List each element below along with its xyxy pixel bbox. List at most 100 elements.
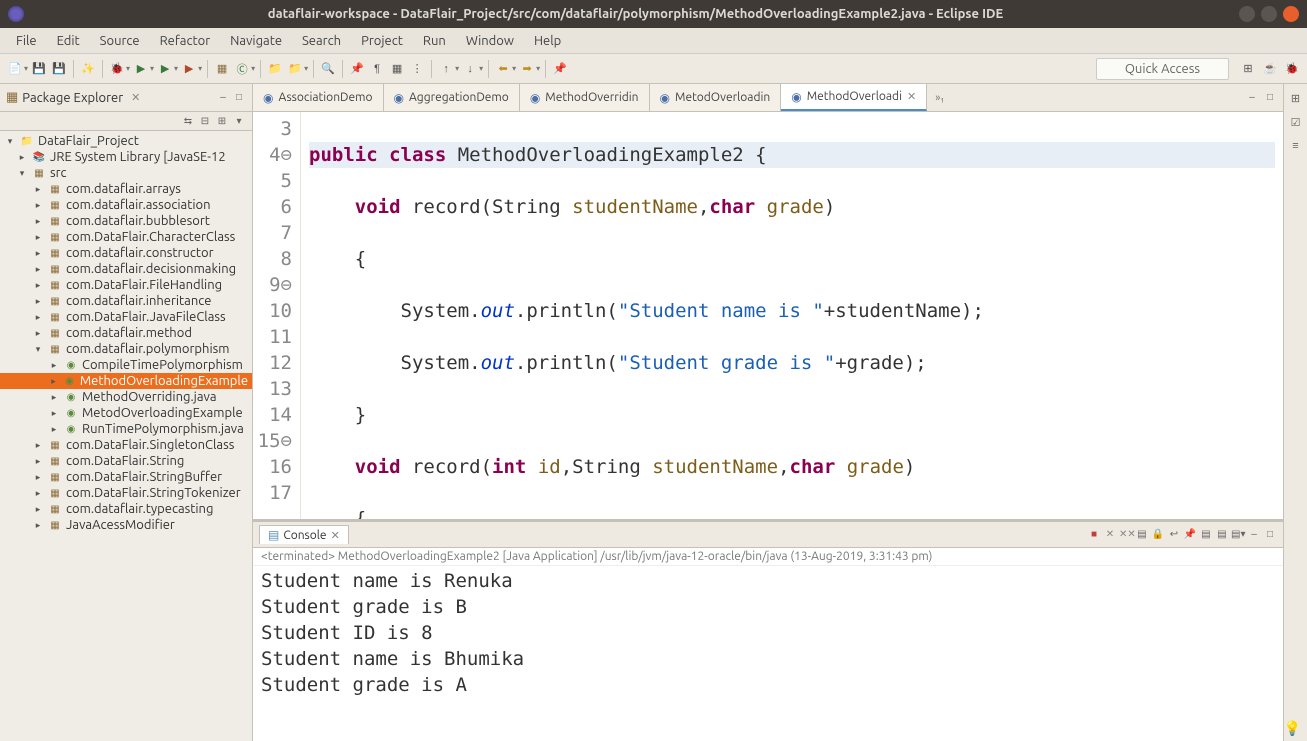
annotation-next-icon[interactable]: ↓ [461,60,479,78]
toggle-mark-icon[interactable]: 📌 [348,60,366,78]
jre-node[interactable]: ▸📚JRE System Library [JavaSE-12 [0,149,252,165]
java-file-node[interactable]: ▸◉RunTimePolymorphism.java [0,421,252,437]
project-tree[interactable]: ▾📁DataFlair_Project ▸📚JRE System Library… [0,131,252,741]
menu-refactor[interactable]: Refactor [150,30,221,52]
pin-console-icon[interactable]: 📌 [1183,528,1197,542]
tab-overflow[interactable]: »₁ [927,84,952,111]
terminate-icon[interactable]: ■ [1087,528,1101,542]
new-icon[interactable]: 📄 [6,60,24,78]
java-file-node[interactable]: ▸◉CompileTimePolymorphism [0,357,252,373]
menu-run[interactable]: Run [413,30,456,52]
package-node[interactable]: ▸▦com.DataFlair.CharacterClass [0,229,252,245]
package-node[interactable]: ▸▦com.DataFlair.FileHandling [0,277,252,293]
block-select-icon[interactable]: ▦ [388,60,406,78]
package-node[interactable]: ▸▦JavaAcessModifier [0,517,252,533]
package-node[interactable]: ▸▦com.dataflair.inheritance [0,293,252,309]
tab-association[interactable]: ◉AssociationDemo [253,84,384,111]
open-console-icon[interactable]: ▤ [1215,528,1229,542]
close-icon[interactable]: ✕ [907,90,916,103]
close-icon[interactable]: ✕ [331,529,340,542]
menu-edit[interactable]: Edit [47,30,90,52]
minimize-icon[interactable]: – [216,91,230,105]
package-node[interactable]: ▸▦com.dataflair.decisionmaking [0,261,252,277]
run-icon[interactable]: ▶ [132,60,150,78]
debug-perspective-icon[interactable]: 🐞 [1283,60,1301,78]
new-package-icon[interactable]: ▦ [213,60,231,78]
menu-navigate[interactable]: Navigate [220,30,292,52]
collapse-all-icon[interactable]: ⇆ [181,114,195,128]
java-file-node[interactable]: ▸◉MethodOverloadingExample [0,373,252,389]
package-node[interactable]: ▸▦com.dataflair.method [0,325,252,341]
remove-all-icon[interactable]: ✕✕ [1119,528,1133,542]
forward-icon[interactable]: ➡ [518,60,536,78]
tab-method-overload[interactable]: ◉MethodOverloadi✕ [781,84,927,111]
maximize-icon[interactable]: □ [1263,91,1277,105]
ext-tools-icon[interactable]: ▶ [180,60,198,78]
maximize-icon[interactable]: □ [1263,528,1277,542]
paragraph-icon[interactable]: ¶ [368,60,386,78]
package-node[interactable]: ▸▦com.dataflair.constructor [0,245,252,261]
package-node[interactable]: ▸▦com.DataFlair.SingletonClass [0,437,252,453]
package-node[interactable]: ▸▦com.DataFlair.StringBuffer [0,469,252,485]
console-tab[interactable]: ▤ Console ✕ [259,525,349,544]
clear-icon[interactable]: ▤ [1135,528,1149,542]
java-file-node[interactable]: ▸◉MetodOverloadingExample [0,405,252,421]
remove-launch-icon[interactable]: ✕ [1103,528,1117,542]
menu-search[interactable]: Search [292,30,351,52]
package-node[interactable]: ▸▦com.dataflair.association [0,197,252,213]
open-perspective-icon[interactable]: ⊞ [1239,60,1257,78]
tab-metod-overload[interactable]: ◉MetodOverloadin [650,84,782,111]
new-folder-icon[interactable]: 📁 [286,60,304,78]
view-menu-icon[interactable]: ▾ [232,114,246,128]
package-node[interactable]: ▸▦com.dataflair.typecasting [0,501,252,517]
new-class-icon[interactable]: Ⓒ [233,60,251,78]
java-file-node[interactable]: ▸◉MethodOverriding.java [0,389,252,405]
quick-access[interactable]: Quick Access [1096,58,1229,80]
wand-icon[interactable]: ✨ [79,60,97,78]
code-editor[interactable]: 3 4⊖ 5 6 7 8 9⊖ 10 11 12 13 14 15⊖ 16 17… [253,112,1283,519]
tab-overriding[interactable]: ◉MethodOverridin [520,84,650,111]
minimize-icon[interactable]: – [1247,528,1261,542]
tab-aggregation[interactable]: ◉AggregationDemo [384,84,520,111]
scroll-lock-icon[interactable]: 🔒 [1151,528,1165,542]
minimize-button[interactable] [1239,6,1255,22]
link-editor-icon[interactable]: ⊟ [198,114,212,128]
debug-icon[interactable]: 🐞 [108,60,126,78]
minimize-icon[interactable]: – [1245,91,1259,105]
close-button[interactable] [1283,6,1299,22]
package-node[interactable]: ▸▦com.DataFlair.StringTokenizer [0,485,252,501]
maximize-button[interactable] [1261,6,1277,22]
back-icon[interactable]: ⬅ [494,60,512,78]
restore-icon[interactable]: ⊞ [1288,90,1304,106]
package-node-open[interactable]: ▾▦com.dataflair.polymorphism [0,341,252,357]
outline-icon[interactable]: ≡ [1288,138,1304,154]
save-all-icon[interactable]: 💾 [50,60,68,78]
annotation-prev-icon[interactable]: ↑ [437,60,455,78]
java-perspective-icon[interactable]: ☕ [1261,60,1279,78]
search-icon[interactable]: 🔍 [319,60,337,78]
menu-file[interactable]: File [6,30,47,52]
code-text[interactable]: public class MethodOverloadingExample2 {… [301,112,1283,519]
coverage-icon[interactable]: ▶ [156,60,174,78]
menu-source[interactable]: Source [90,30,150,52]
package-node[interactable]: ▸▦com.dataflair.bubblesort [0,213,252,229]
display-console-icon[interactable]: ▤ [1199,528,1213,542]
focus-icon[interactable]: ⊞ [215,114,229,128]
package-node[interactable]: ▸▦com.DataFlair.JavaFileClass [0,309,252,325]
close-icon[interactable]: ✕ [131,91,140,104]
src-node[interactable]: ▾▦src [0,165,252,181]
word-wrap-icon[interactable]: ↩ [1167,528,1181,542]
show-whitespace-icon[interactable]: ⋮ [408,60,426,78]
menu-window[interactable]: Window [456,30,524,52]
project-node[interactable]: ▾📁DataFlair_Project [0,133,252,149]
pin-icon[interactable]: 📌 [551,60,569,78]
menu-project[interactable]: Project [351,30,413,52]
package-node[interactable]: ▸▦com.DataFlair.String [0,453,252,469]
package-node[interactable]: ▸▦com.dataflair.arrays [0,181,252,197]
console-output[interactable]: Student name is Renuka Student grade is … [253,566,1283,741]
menu-help[interactable]: Help [524,30,571,52]
task-list-icon[interactable]: ☑ [1288,114,1304,130]
save-icon[interactable]: 💾 [30,60,48,78]
maximize-icon[interactable]: □ [232,91,246,105]
tip-icon[interactable]: 💡 [1284,720,1301,737]
